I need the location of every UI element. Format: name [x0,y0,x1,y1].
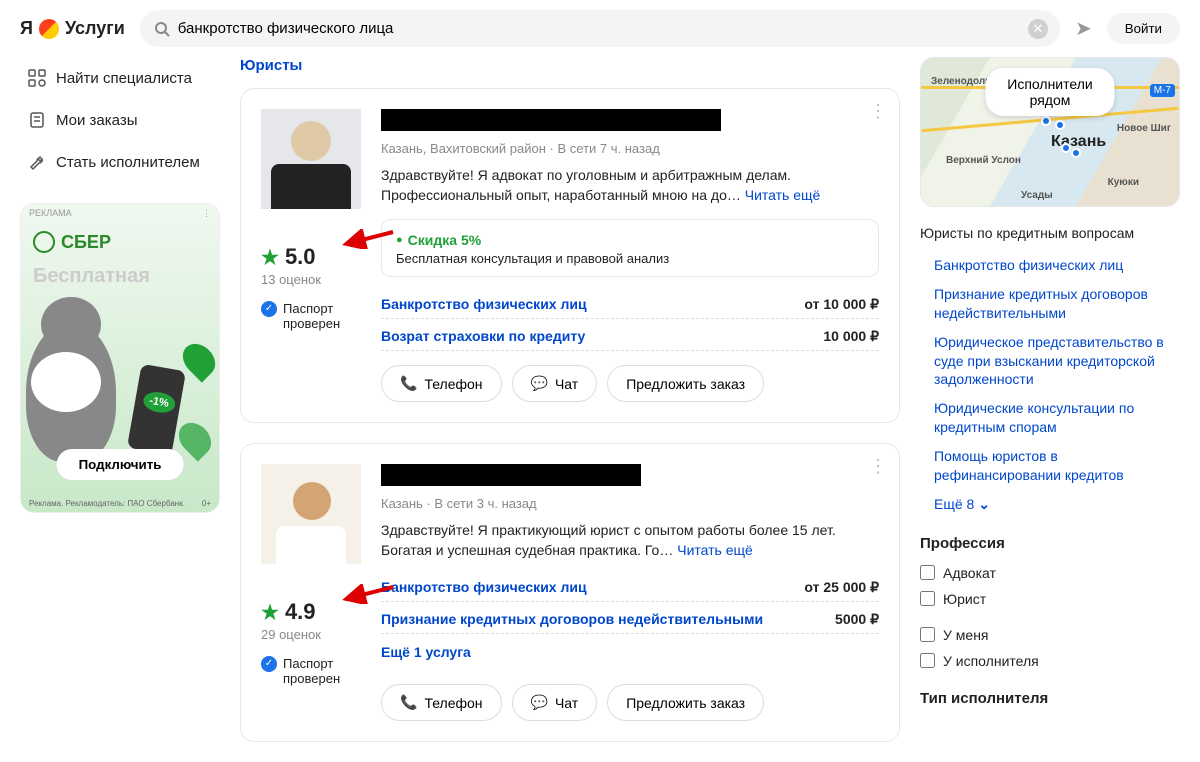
filter-link[interactable]: Признание кредитных договоров недействит… [920,280,1180,328]
filter-link[interactable]: Юридическое представительство в суде при… [920,328,1180,395]
rating-count: 29 оценок [261,627,361,642]
rating: ★5.0 [261,244,361,270]
card-menu-icon[interactable]: ⋮ [869,101,887,122]
route-badge: М-7 [1150,84,1175,97]
phone-icon: 📞 [400,375,417,392]
service-row: Признание кредитных договоров недействит… [381,606,879,634]
card-description: Здравствуйте! Я адвокат по уголовным и а… [381,166,879,205]
service-link[interactable]: Возрат страховки по кредиту [381,328,585,345]
logo[interactable]: Я Услуги [20,18,125,39]
ad-banner[interactable]: РЕКЛАМА ⋮ СБЕР Бесплатная Подключить Рекл… [20,203,220,513]
service-row: Возрат страховки по кредиту 10 000 ₽ [381,323,879,351]
show-more-link[interactable]: Ещё 8 [920,490,1180,519]
ad-brand: СБЕР [61,232,111,253]
page-title[interactable]: Юристы [240,57,900,74]
verified-badge: ✓Паспорт проверен [261,301,361,331]
search-icon [154,21,170,40]
avatar[interactable] [261,464,361,564]
submit-search-icon[interactable]: ➤ [1075,16,1092,41]
service-price: 5000 ₽ [835,611,879,628]
discount-badge: Скидка 5% [396,232,481,248]
wrench-icon [28,153,46,171]
chat-icon: 💬 [531,375,548,392]
checkbox-advokat[interactable]: Адвокат [920,560,1180,586]
filter-link[interactable]: Помощь юристов в рефинансировании кредит… [920,442,1180,490]
read-more-link[interactable]: Читать ещё [745,187,821,203]
checkbox-at-mine[interactable]: У меня [920,622,1180,648]
offer-button[interactable]: Предложить заказ [607,684,764,721]
chat-button[interactable]: 💬Чат [512,684,598,721]
chat-button[interactable]: 💬Чат [512,365,598,402]
promo-subtitle: Бесплатная консультация и правовой анали… [396,251,864,266]
map-pin-icon [1055,120,1065,130]
service-row: Банкротство физических лиц от 25 000 ₽ [381,574,879,602]
service-row: Банкротство физических лиц от 10 000 ₽ [381,291,879,319]
sidebar-label: Стать исполнителем [56,154,200,171]
service-price: от 10 000 ₽ [804,296,879,313]
read-more-link[interactable]: Читать ещё [677,542,753,558]
service-price: 10 000 ₽ [823,328,879,345]
map-pin-icon [1071,148,1081,158]
check-icon: ✓ [261,656,277,672]
star-icon: ★ [261,600,279,625]
search-input[interactable] [140,10,1060,47]
sidebar-label: Найти специалиста [56,70,192,87]
phone-button[interactable]: 📞Телефон [381,684,502,721]
avatar[interactable] [261,109,361,209]
ad-menu-icon[interactable]: ⋮ [202,208,211,219]
ad-cta-button[interactable]: Подключить [57,449,184,480]
orders-icon [28,111,46,129]
service-link[interactable]: Банкротство физических лиц [381,579,587,596]
sidebar-item-orders[interactable]: Мои заказы [20,99,220,141]
sidebar-item-become[interactable]: Стать исполнителем [20,141,220,183]
sidebar-label: Мои заказы [56,112,138,129]
specialist-card: ⋮ ★5.0 13 оценок ✓Паспорт проверен Казан… [240,88,900,423]
checkbox-yurist[interactable]: Юрист [920,586,1180,612]
offer-button[interactable]: Предложить заказ [607,365,764,402]
card-meta: Казань · В сети 3 ч. назад [381,496,879,511]
card-description: Здравствуйте! Я практикующий юрист с опы… [381,521,879,560]
map-nearby-button[interactable]: Исполнители рядом [986,68,1115,116]
clear-icon[interactable]: ✕ [1028,19,1048,39]
ad-badge: РЕКЛАМА [29,208,72,219]
grid-icon [28,69,46,87]
logo-text: Услуги [65,18,125,39]
check-icon: ✓ [261,301,277,317]
filter-heading: Юристы по кредитным вопросам [920,225,1180,241]
phone-button[interactable]: 📞Телефон [381,365,502,402]
promo-box: Скидка 5% Бесплатная консультация и прав… [381,219,879,277]
ad-legal: Реклама. Рекламодатель: ПАО Сбербанк. [29,499,185,508]
star-icon: ★ [261,245,279,270]
type-heading: Тип исполнителя [920,690,1180,707]
sidebar-item-find[interactable]: Найти специалиста [20,57,220,99]
redacted-name [381,109,721,131]
service-link[interactable]: Банкротство физических лиц [381,296,587,313]
ad-age: 0+ [202,499,211,508]
logo-icon [39,19,59,39]
card-menu-icon[interactable]: ⋮ [869,456,887,477]
specialist-card: ⋮ ★4.9 29 оценок ✓Паспорт проверен Казан… [240,443,900,742]
checkbox-at-theirs[interactable]: У исполнителя [920,648,1180,674]
map[interactable]: М-7 Зеленодольск Казань Новое Шиг Верхни… [920,57,1180,207]
redacted-name [381,464,641,486]
rating: ★4.9 [261,599,361,625]
map-pin-icon [1061,143,1071,153]
chat-icon: 💬 [531,694,548,711]
verified-badge: ✓Паспорт проверен [261,656,361,686]
service-price: от 25 000 ₽ [804,579,879,596]
sber-icon [33,231,55,253]
login-button[interactable]: Войти [1107,13,1180,44]
service-link[interactable]: Признание кредитных договоров недействит… [381,611,763,628]
filter-link[interactable]: Банкротство физических лиц [920,251,1180,280]
filter-link[interactable]: Юридические консультации по кредитным сп… [920,394,1180,442]
ad-title: Бесплатная [21,261,219,292]
more-services-link[interactable]: Ещё 1 услуга [381,644,471,660]
profession-heading: Профессия [920,535,1180,552]
card-meta: Казань, Вахитовский район · В сети 7 ч. … [381,141,879,156]
phone-icon: 📞 [400,694,417,711]
map-pin-icon [1041,116,1051,126]
rating-count: 13 оценок [261,272,361,287]
